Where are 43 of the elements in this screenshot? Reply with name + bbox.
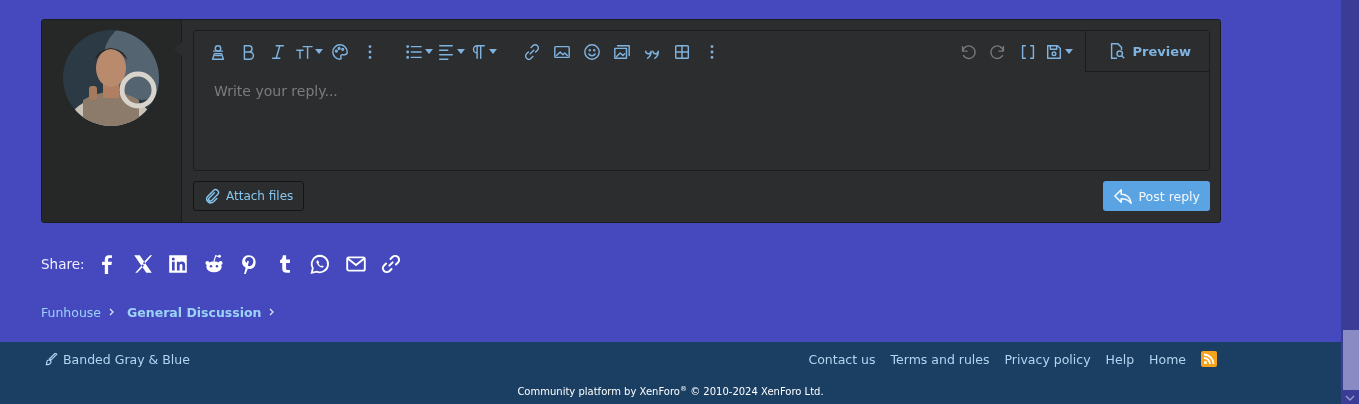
reply-icon [1112, 187, 1133, 205]
breadcrumb-link[interactable]: General Discussion [127, 304, 262, 320]
mail-icon[interactable] [344, 253, 367, 275]
paperclip-icon [204, 188, 220, 204]
chevron-icon [269, 308, 276, 316]
footer-link[interactable]: Home [1149, 351, 1186, 367]
caret-icon [425, 49, 433, 54]
reply-editor[interactable]: Preview Write your reply... [193, 30, 1210, 171]
scrollbar-thumb[interactable] [1343, 330, 1359, 390]
italic-icon[interactable] [269, 42, 287, 61]
whatsapp-logo-icon[interactable] [309, 253, 331, 275]
copyright-text: Community platform by XenForo$^{®}$ © 2010-2024 XenForo Ltd. [516, 385, 825, 398]
attach-files-button[interactable]: Attach files [193, 181, 305, 211]
scrollbar[interactable] [1341, 0, 1359, 404]
save-icon[interactable] [1045, 42, 1064, 61]
person-icon[interactable] [209, 42, 227, 61]
scroll-down-icon[interactable] [1345, 394, 1355, 402]
share-label: Share: [41, 256, 85, 272]
undo-icon[interactable] [959, 42, 978, 61]
list-icon[interactable] [405, 42, 423, 61]
x-logo-icon[interactable] [131, 253, 154, 275]
chevron-icon [109, 308, 116, 316]
preview-button[interactable]: Preview [1085, 31, 1209, 72]
palette-icon[interactable] [331, 42, 349, 61]
caret-icon [1065, 49, 1074, 54]
linkedin-logo-icon[interactable] [167, 253, 189, 275]
breadcrumb-link[interactable]: Funhouse [41, 304, 102, 320]
caret-icon [315, 49, 323, 54]
link-icon[interactable] [523, 42, 541, 61]
rss-icon[interactable] [1201, 351, 1217, 367]
footer-link[interactable]: Terms and rules [890, 351, 990, 367]
caret-icon [457, 49, 465, 54]
footer-link[interactable]: Help [1105, 351, 1135, 367]
align-icon[interactable] [437, 42, 455, 61]
gallery-icon[interactable] [613, 42, 631, 61]
footer-link[interactable]: Contact us [808, 351, 876, 367]
preview-icon [1108, 42, 1127, 60]
caret-icon [489, 49, 497, 54]
style-chooser-link[interactable]: Banded Gray & Blue [45, 351, 190, 367]
smiley-icon[interactable] [583, 42, 601, 61]
footer-link[interactable]: Privacy policy [1004, 351, 1091, 367]
brush-icon [45, 352, 58, 366]
table-icon[interactable] [673, 42, 691, 61]
